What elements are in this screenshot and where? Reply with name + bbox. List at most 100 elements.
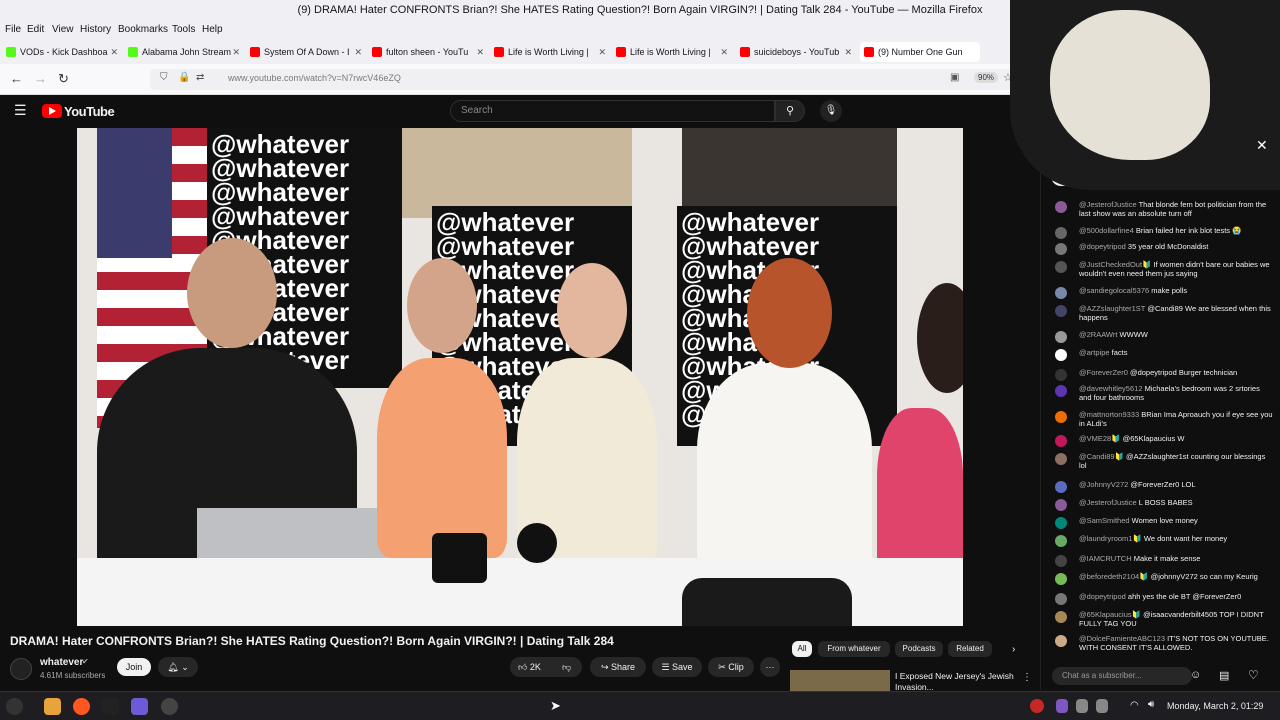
tab[interactable]: Alabama John Stream ✕ xyxy=(124,42,244,62)
chip-from-channel[interactable]: From whatever xyxy=(818,641,890,657)
suggested-video-thumbnail[interactable] xyxy=(790,670,890,692)
chat-author[interactable]: @sandiegolocal5376 xyxy=(1079,286,1149,295)
join-button[interactable]: Join xyxy=(117,658,151,676)
chat-avatar[interactable] xyxy=(1055,499,1067,511)
youtube-logo-icon[interactable] xyxy=(42,104,62,118)
lock-icon[interactable]: 🔒 xyxy=(178,72,190,83)
chat-author[interactable]: @DolceFamienteABC123 xyxy=(1079,634,1165,643)
zoom-level[interactable]: 90% xyxy=(974,72,999,83)
wifi-icon[interactable]: ◠ xyxy=(1130,700,1139,711)
chat-avatar[interactable] xyxy=(1055,287,1067,299)
menu-history[interactable]: History xyxy=(80,24,111,35)
chat-input[interactable]: Chat as a subscriber... xyxy=(1052,667,1192,685)
chat-avatar[interactable] xyxy=(1055,243,1067,255)
chat-author[interactable]: @65Klapaucius🔰 xyxy=(1079,610,1141,619)
channel-name[interactable]: whatever xyxy=(40,657,83,668)
tray-icon[interactable] xyxy=(1096,699,1108,713)
url-bar[interactable]: ⛉ 🔒 ⇄ www.youtube.com/watch?v=N7rwcV46eZ… xyxy=(150,69,1020,90)
heart-icon[interactable]: ♡ xyxy=(1248,668,1259,682)
chat-author[interactable]: @dopeytripod xyxy=(1079,592,1126,601)
chat-author[interactable]: @davewhitley5612 xyxy=(1079,384,1143,393)
chip-related[interactable]: Related xyxy=(948,641,992,657)
chat-author[interactable]: @500dollarfine4 xyxy=(1079,226,1134,235)
chat-avatar[interactable] xyxy=(1055,481,1067,493)
tray-icon[interactable] xyxy=(1056,699,1068,713)
chat-avatar[interactable] xyxy=(1055,453,1067,465)
search-button[interactable]: ⚲ xyxy=(775,100,805,122)
chip-all[interactable]: All xyxy=(792,641,812,657)
menu-tools[interactable]: Tools xyxy=(172,24,195,35)
chat-author[interactable]: @artpipe xyxy=(1079,348,1110,357)
chat-author[interactable]: @mattnorton9333 xyxy=(1079,410,1139,419)
app-icon[interactable] xyxy=(161,698,178,715)
chat-author[interactable]: @JustCheckedOut🔰 xyxy=(1079,260,1151,269)
close-icon[interactable]: ✕ xyxy=(844,42,852,62)
dislike-button[interactable]: 👎︎ xyxy=(562,657,571,677)
firefox-icon[interactable] xyxy=(73,698,90,715)
video-player[interactable]: @whatever @whatever @whatever @whatever @wha… xyxy=(77,128,963,626)
chat-avatar[interactable] xyxy=(1055,305,1067,317)
chat-author[interactable]: @IAMCRUTCH xyxy=(1079,554,1132,563)
share-button[interactable]: ↪ Share xyxy=(590,657,646,677)
obs-icon[interactable] xyxy=(131,698,148,715)
close-icon[interactable]: ✕ xyxy=(110,42,118,62)
close-icon[interactable]: ✕ xyxy=(720,42,728,62)
clip-button[interactable]: ✂ Clip xyxy=(708,657,754,677)
chat-avatar[interactable] xyxy=(1055,385,1067,397)
menu-bookmarks[interactable]: Bookmarks xyxy=(118,24,168,35)
menu-icon[interactable] xyxy=(6,698,23,715)
permissions-icon[interactable]: ⇄ xyxy=(196,72,204,83)
chevron-right-icon[interactable]: › xyxy=(1012,644,1015,655)
chat-author[interactable]: @2RAAWrt xyxy=(1079,330,1117,339)
chat-author[interactable]: @ForeverZer0 xyxy=(1079,368,1128,377)
tray-icon[interactable] xyxy=(1030,699,1044,713)
close-icon[interactable]: ✕ xyxy=(598,42,606,62)
hamburger-menu-icon[interactable]: ☰ xyxy=(14,102,27,119)
chat-avatar[interactable] xyxy=(1055,517,1067,529)
chat-author[interactable]: @VME28🔰 xyxy=(1079,434,1121,443)
channel-avatar[interactable] xyxy=(10,658,32,680)
youtube-logo-text[interactable]: YouTube xyxy=(64,104,115,119)
tab-active[interactable]: (9) Number One Gun xyxy=(860,42,980,62)
chat-avatar[interactable] xyxy=(1055,201,1067,213)
chat-avatar[interactable] xyxy=(1055,573,1067,585)
tray-icon[interactable] xyxy=(1076,699,1088,713)
search-input[interactable]: Search xyxy=(450,100,775,122)
tab[interactable]: suicideboys - YouTub ✕ xyxy=(736,42,856,62)
shield-icon[interactable]: ⛉ xyxy=(160,72,168,83)
chat-avatar[interactable] xyxy=(1055,369,1067,381)
chat-author[interactable]: @JesterofJustice xyxy=(1079,200,1137,209)
folder-icon[interactable] xyxy=(44,698,61,715)
close-icon[interactable]: ✕ xyxy=(1256,137,1268,154)
forward-icon[interactable]: → xyxy=(34,71,47,86)
subscribed-button[interactable]: 🔔︎ ⌄ xyxy=(158,657,198,677)
chat-author[interactable]: @Candi89🔰 xyxy=(1079,452,1124,461)
tab[interactable]: fulton sheen - YouTu ✕ xyxy=(368,42,488,62)
chat-avatar[interactable] xyxy=(1055,635,1067,647)
chat-avatar[interactable] xyxy=(1055,331,1067,343)
save-button[interactable]: ☰ Save xyxy=(652,657,702,677)
chat-avatar[interactable] xyxy=(1055,555,1067,567)
chat-avatar[interactable] xyxy=(1055,435,1067,447)
terminal-icon[interactable] xyxy=(102,698,119,715)
chat-author[interactable]: @SamSmithed xyxy=(1079,516,1130,525)
chat-avatar[interactable] xyxy=(1055,227,1067,239)
tab[interactable]: VODs - Kick Dashboa ✕ xyxy=(2,42,122,62)
chat-avatar[interactable] xyxy=(1055,411,1067,423)
more-vert-icon[interactable]: ⋮ xyxy=(1022,672,1032,683)
chat-avatar[interactable] xyxy=(1055,535,1067,547)
url-text[interactable]: www.youtube.com/watch?v=N7rwcV46eZQ xyxy=(228,73,401,83)
menu-file[interactable]: File xyxy=(5,24,21,35)
close-icon[interactable]: ✕ xyxy=(232,42,240,62)
chat-avatar[interactable] xyxy=(1055,349,1067,361)
chat-author[interactable]: @JesterofJustice xyxy=(1079,498,1137,507)
chat-author[interactable]: @AZZslaughter1ST xyxy=(1079,304,1145,313)
volume-icon[interactable]: 🔊︎ xyxy=(1148,699,1154,710)
menu-help[interactable]: Help xyxy=(202,24,223,35)
close-icon[interactable]: ✕ xyxy=(354,42,362,62)
super-chat-icon[interactable]: ▤ xyxy=(1219,669,1229,682)
more-actions-button[interactable]: ··· xyxy=(760,657,780,677)
reload-icon[interactable]: ↻ xyxy=(58,71,69,87)
chip-podcasts[interactable]: Podcasts xyxy=(895,641,943,657)
like-button[interactable]: 👍︎ 2K xyxy=(518,657,541,677)
